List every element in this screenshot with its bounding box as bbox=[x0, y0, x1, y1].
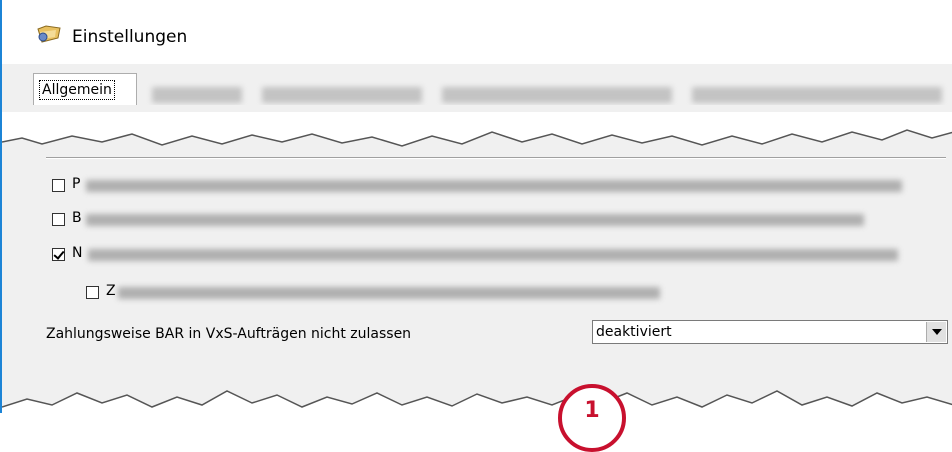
option-text-blurred-4 bbox=[118, 287, 660, 299]
callout-marker: 1 bbox=[558, 384, 626, 452]
payment-setting-value: deaktiviert bbox=[596, 324, 672, 340]
option-text-blurred-1 bbox=[86, 180, 902, 192]
option-text-blurred-3 bbox=[88, 249, 898, 261]
option-label-2: B bbox=[72, 210, 82, 226]
tab-allgemein-label: Allgemein bbox=[39, 80, 115, 100]
window-title: Einstellungen bbox=[72, 27, 188, 47]
callout-marker-label: 1 bbox=[584, 398, 600, 423]
settings-folder-icon bbox=[37, 25, 61, 43]
tab-blurred-4[interactable] bbox=[692, 87, 942, 103]
chevron-down-icon[interactable] bbox=[926, 322, 946, 342]
tab-blurred-2[interactable] bbox=[262, 87, 422, 103]
settings-window: Einstellungen Allgemein P B N Z Zahlungs… bbox=[0, 0, 952, 452]
option-label-3: N bbox=[72, 245, 83, 261]
option-text-blurred-2 bbox=[86, 214, 864, 226]
separator-highlight bbox=[46, 158, 946, 159]
torn-edge-bottom bbox=[2, 390, 952, 413]
tab-blurred-1[interactable] bbox=[152, 87, 242, 103]
title-bar: Einstellungen bbox=[2, 0, 952, 64]
option-checkbox-2[interactable] bbox=[52, 213, 65, 226]
option-label-1: P bbox=[72, 176, 81, 192]
option-label-4: Z bbox=[106, 283, 116, 299]
payment-setting-select[interactable]: deaktiviert bbox=[592, 320, 948, 344]
torn-edge-top bbox=[2, 112, 952, 147]
tab-allgemein[interactable]: Allgemein bbox=[33, 73, 137, 105]
option-checkbox-4[interactable] bbox=[86, 286, 99, 299]
option-checkbox-1[interactable] bbox=[52, 179, 65, 192]
option-checkbox-3[interactable] bbox=[52, 248, 65, 261]
payment-setting-label: Zahlungsweise BAR in VxS-Aufträgen nicht… bbox=[46, 326, 412, 342]
tab-blurred-3[interactable] bbox=[442, 87, 672, 103]
